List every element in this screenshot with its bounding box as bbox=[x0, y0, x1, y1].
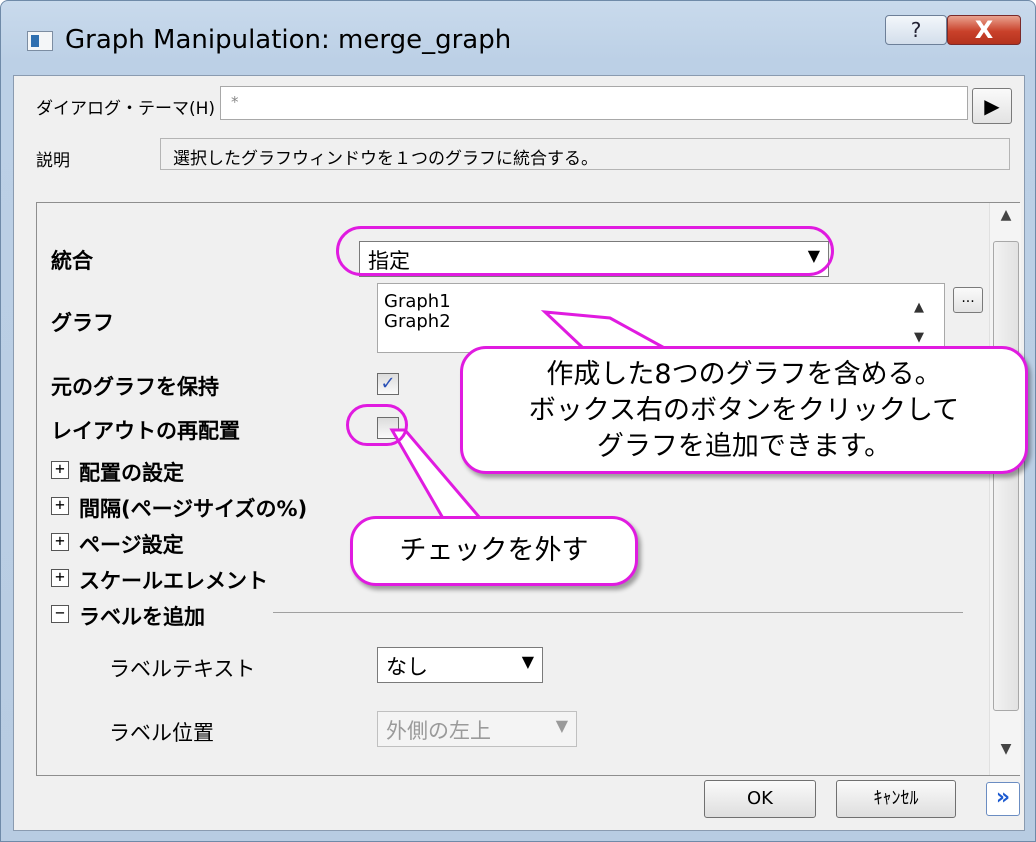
rearrange-highlight-ring bbox=[346, 404, 408, 446]
browse-graphs-button[interactable]: ... bbox=[953, 287, 983, 313]
section-arrange[interactable]: 配置の設定 bbox=[79, 457, 184, 487]
expand-dialog-button[interactable]: » bbox=[986, 782, 1020, 816]
scroll-down-icon[interactable]: ▼ bbox=[990, 741, 1022, 767]
ok-button[interactable]: OK bbox=[704, 780, 816, 818]
section-page-setup[interactable]: ページ設定 bbox=[79, 529, 184, 559]
merge-highlight-ring bbox=[336, 226, 834, 276]
rearrange-label: レイアウトの再配置 bbox=[51, 419, 240, 443]
description-text: 選択したグラフウィンドウを１つのグラフに統合する。 bbox=[160, 138, 1010, 170]
callout-line: ボックス右のボタンをクリックして bbox=[528, 395, 960, 426]
expand-icon[interactable]: + bbox=[51, 533, 69, 551]
chevron-down-icon: ▼ bbox=[555, 716, 568, 735]
expand-icon[interactable]: + bbox=[51, 461, 69, 479]
app-icon bbox=[27, 31, 53, 51]
callout-line: 作成した8つのグラフを含める。 bbox=[546, 359, 942, 390]
keep-source-checkbox[interactable]: ✓ bbox=[377, 373, 399, 395]
title-bar: Graph Manipulation: merge_graph ? X bbox=[1, 1, 1036, 75]
uncheck-callout: チェックを外す bbox=[350, 516, 638, 586]
close-button[interactable]: X bbox=[947, 15, 1021, 45]
dialog-theme-label: ダイアログ・テーマ(H) bbox=[36, 99, 216, 119]
label-position-label: ラベル位置 bbox=[109, 721, 214, 745]
cancel-button[interactable]: ｷｬﾝｾﾙ bbox=[836, 780, 956, 818]
section-spacing[interactable]: 間隔(ページサイズの%) bbox=[79, 493, 307, 523]
graph-label: グラフ bbox=[51, 311, 114, 335]
scroll-down-icon[interactable]: ▼ bbox=[914, 328, 924, 348]
scroll-up-icon[interactable]: ▲ bbox=[914, 298, 924, 318]
list-item[interactable]: Graph1 bbox=[384, 292, 944, 312]
label-position-value: 外側の左上 bbox=[386, 719, 491, 743]
section-scale-elements[interactable]: スケールエレメント bbox=[79, 565, 268, 595]
graph-callout: 作成した8つのグラフを含める。 ボックス右のボタンをクリックして グラフを追加で… bbox=[460, 346, 1028, 474]
section-divider bbox=[273, 612, 963, 613]
callout-line: グラフを追加できます。 bbox=[596, 431, 892, 462]
expand-icon[interactable]: + bbox=[51, 497, 69, 515]
keep-source-label: 元のグラフを保持 bbox=[51, 375, 219, 399]
list-item[interactable]: Graph2 bbox=[384, 312, 944, 332]
label-position-select: 外側の左上 ▼ bbox=[377, 711, 577, 747]
settings-panel: 統合 指定 ▼ グラフ Graph1 Graph2 ▲ ▼ ... 元のグラフを… bbox=[36, 202, 1021, 776]
help-button[interactable]: ? bbox=[885, 15, 947, 45]
label-text-label: ラベルテキスト bbox=[109, 657, 256, 681]
callout-line: チェックを外す bbox=[399, 535, 589, 566]
expand-icon[interactable]: + bbox=[51, 569, 69, 587]
collapse-icon[interactable]: − bbox=[51, 605, 69, 623]
scroll-up-icon[interactable]: ▲ bbox=[990, 207, 1022, 233]
section-add-label[interactable]: ラベルを追加 bbox=[79, 601, 205, 631]
description-label: 説明 bbox=[36, 151, 70, 171]
label-text-value: なし bbox=[386, 655, 428, 679]
dialog-theme-input[interactable]: * bbox=[220, 86, 968, 120]
vertical-scrollbar[interactable]: ▲ ▼ bbox=[989, 203, 1021, 775]
chevron-down-icon: ▼ bbox=[521, 652, 534, 671]
theme-menu-button[interactable]: ▶ bbox=[972, 88, 1012, 124]
window-title: Graph Manipulation: merge_graph bbox=[65, 25, 512, 55]
scrollbar-thumb[interactable] bbox=[993, 241, 1019, 711]
merge-label: 統合 bbox=[51, 249, 93, 273]
label-text-select[interactable]: なし ▼ bbox=[377, 647, 543, 683]
graph-list[interactable]: Graph1 Graph2 ▲ ▼ bbox=[377, 283, 945, 353]
